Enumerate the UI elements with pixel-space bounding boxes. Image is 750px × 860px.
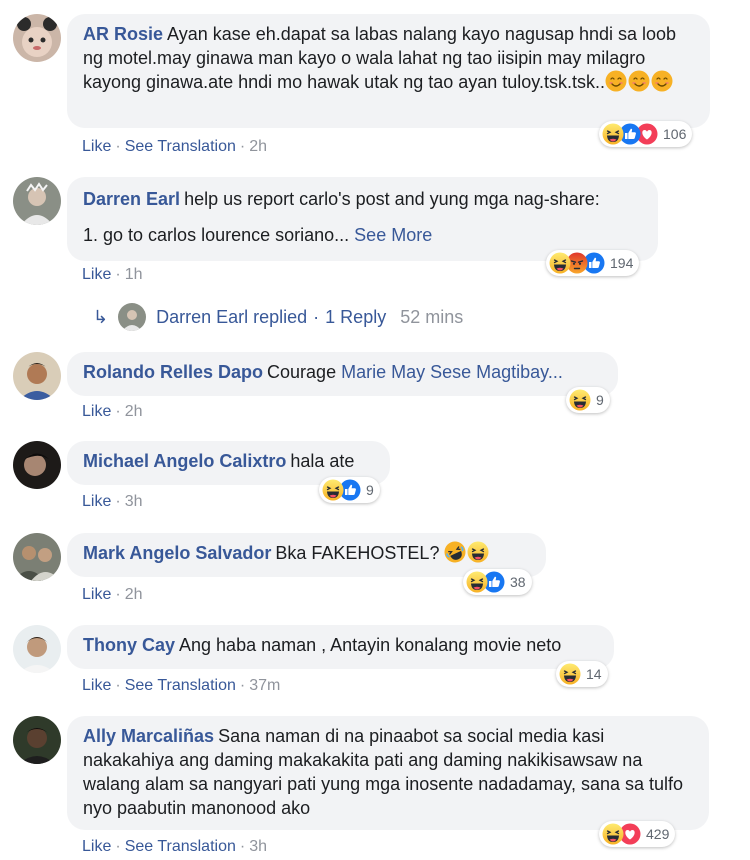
see-translation-link[interactable]: See Translation — [125, 677, 236, 694]
avatar[interactable] — [13, 441, 61, 489]
view-replies[interactable]: ↳ Darren Earl replied · 1 Reply 52 mins — [93, 303, 463, 331]
comment-actions: Like · 1h — [82, 266, 143, 283]
reaction-count: 14 — [586, 666, 602, 682]
comment-bubble: AR Rosie Ayan kase eh.dapat sa labas nala… — [67, 14, 710, 128]
avatar[interactable] — [13, 716, 61, 764]
avatar[interactable] — [13, 14, 61, 62]
see-translation-link[interactable]: See Translation — [125, 138, 236, 155]
see-more-link[interactable]: See More — [354, 225, 432, 245]
reaction-count: 106 — [663, 126, 687, 142]
avatar[interactable] — [13, 533, 61, 581]
reaction-count: 194 — [610, 255, 634, 271]
like-link[interactable]: Like — [82, 266, 111, 283]
haha-icon — [322, 479, 344, 501]
comment-author[interactable]: Rolando Relles Dapo — [83, 362, 263, 382]
like-link[interactable]: Like — [82, 138, 111, 155]
avatar[interactable] — [13, 352, 61, 400]
comment-text: Bka FAKEHOSTEL? — [275, 543, 440, 563]
comment-author[interactable]: Mark Angelo Salvador — [83, 543, 271, 563]
timestamp[interactable]: 1h — [125, 266, 143, 283]
timestamp[interactable]: 2h — [125, 403, 143, 420]
reply-arrow-icon: ↳ — [93, 306, 109, 327]
haha-icon — [602, 123, 624, 145]
reaction-summary[interactable]: 106 — [599, 121, 693, 147]
mention-link[interactable]: Marie May Sese Magtibay... — [341, 362, 563, 382]
haha-icon — [467, 541, 489, 563]
avatar[interactable] — [13, 177, 61, 225]
comment-text: 1. go to carlos lourence soriano... — [83, 225, 350, 245]
reaction-count: 38 — [510, 574, 526, 590]
timestamp[interactable]: 2h — [249, 138, 267, 155]
comment-author[interactable]: Darren Earl — [83, 189, 180, 209]
like-link[interactable]: Like — [82, 493, 111, 510]
haha-icon — [466, 571, 488, 593]
reaction-count: 9 — [366, 482, 374, 498]
comment-text: Courage — [267, 362, 337, 382]
like-link[interactable]: Like — [82, 586, 111, 603]
replied-by[interactable]: Darren Earl replied — [156, 307, 307, 328]
reply-time: 52 mins — [400, 306, 464, 327]
comment-author[interactable]: Michael Angelo Calixtro — [83, 451, 286, 471]
like-link[interactable]: Like — [82, 838, 111, 855]
comment-author[interactable]: AR Rosie — [83, 24, 163, 44]
haha-icon — [569, 389, 591, 411]
comment-bubble: Ally Marcaliñas Sana naman di na pinaabot… — [67, 716, 709, 830]
haha-icon — [549, 252, 571, 274]
reaction-summary[interactable]: 429 — [599, 821, 676, 847]
timestamp[interactable]: 2h — [125, 586, 143, 603]
reaction-summary[interactable]: 38 — [463, 569, 532, 595]
comment-actions: Like · See Translation · 3h — [82, 838, 267, 855]
comment-actions: Like · 3h — [82, 493, 143, 510]
comment-actions: Like · See Translation · 2h — [82, 138, 267, 155]
avatar — [118, 303, 147, 331]
comment-author[interactable]: Ally Marcaliñas — [83, 726, 214, 746]
reply-count[interactable]: 1 Reply — [325, 307, 386, 328]
comment-author[interactable]: Thony Cay — [83, 635, 175, 655]
comment-text: Ang haba naman , Antayin konalang movie … — [179, 635, 562, 655]
reaction-summary[interactable]: 194 — [546, 250, 640, 276]
comment-text: help us report carlo's post and yung mga… — [184, 189, 600, 209]
smiling-face-icon — [628, 70, 650, 92]
haha-icon — [559, 663, 581, 685]
like-link[interactable]: Like — [82, 403, 111, 420]
rolling-laughing-icon — [444, 541, 466, 563]
reaction-summary[interactable]: 9 — [319, 477, 380, 503]
avatar[interactable] — [13, 625, 61, 673]
reaction-summary[interactable]: 9 — [566, 387, 610, 413]
timestamp[interactable]: 37m — [249, 677, 280, 694]
comment-actions: Like · See Translation · 37m — [82, 677, 281, 694]
reaction-count: 9 — [596, 392, 604, 408]
timestamp[interactable]: 3h — [249, 838, 267, 855]
see-translation-link[interactable]: See Translation — [125, 838, 236, 855]
comment-actions: Like · 2h — [82, 403, 143, 420]
comment-text: hala ate — [290, 451, 355, 471]
reaction-count: 429 — [646, 826, 670, 842]
comment-bubble: Darren Earl help us report carlo's post a… — [67, 177, 658, 261]
like-link[interactable]: Like — [82, 677, 111, 694]
smiling-face-icon — [651, 70, 673, 92]
comment-bubble: Thony Cay Ang haba naman , Antayin konala… — [67, 625, 614, 669]
timestamp[interactable]: 3h — [125, 493, 143, 510]
smiling-face-icon — [605, 70, 627, 92]
comment-actions: Like · 2h — [82, 586, 143, 603]
comment-bubble: Rolando Relles Dapo Courage Marie May Ses… — [67, 352, 618, 396]
haha-icon — [602, 823, 624, 845]
comment-text: Ayan kase eh.dapat sa labas nalang kayo … — [83, 24, 677, 92]
reaction-summary[interactable]: 14 — [556, 661, 608, 687]
